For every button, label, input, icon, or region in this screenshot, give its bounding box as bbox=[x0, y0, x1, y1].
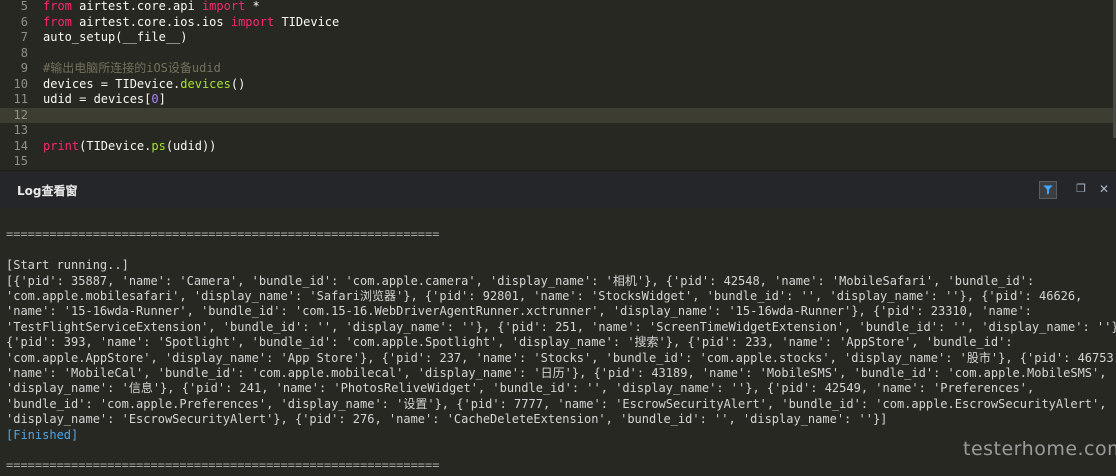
close-icon[interactable]: ✕ bbox=[1097, 182, 1111, 196]
code-token: ps bbox=[151, 138, 166, 153]
log-line: {'pid': 393, 'name': 'Spotlight', 'bundl… bbox=[6, 335, 1013, 350]
log-separator: ========================================… bbox=[6, 458, 440, 473]
code-token: * bbox=[245, 0, 260, 13]
line-number: 12 bbox=[13, 107, 28, 122]
code-text: auto_setup(__file__) bbox=[43, 30, 188, 46]
code-line[interactable]: 14 print(TIDevice.ps(udid)) bbox=[0, 139, 1116, 155]
line-number: 11 bbox=[13, 92, 28, 106]
line-number: 5 bbox=[20, 0, 28, 13]
code-line[interactable]: 8 bbox=[0, 46, 1116, 62]
log-line: 'TestFlightServiceExtension', 'bundle_id… bbox=[6, 319, 1116, 334]
log-line: 'display_name': '信息'}, {'pid': 241, 'nam… bbox=[6, 381, 1035, 396]
line-number: 15 bbox=[13, 154, 28, 168]
code-line[interactable]: 12 bbox=[0, 107, 1116, 123]
code-token: (udid)) bbox=[165, 138, 217, 153]
log-line: [{'pid': 35887, 'name': 'Camera', 'bundl… bbox=[6, 273, 1035, 288]
log-line: 'name': '15-16wda-Runner', 'bundle_id': … bbox=[6, 304, 1032, 319]
code-token: print bbox=[43, 138, 80, 153]
log-panel-title: Log查看窗 bbox=[17, 184, 78, 198]
code-token: airtest.core.api bbox=[71, 0, 202, 13]
maximize-icon[interactable]: ❐ bbox=[1074, 182, 1088, 196]
code-token: 0 bbox=[151, 92, 159, 106]
code-token: devices bbox=[180, 76, 231, 91]
log-line: 'display_name': 'EscrowSecurityAlert'}, … bbox=[6, 412, 888, 427]
code-line[interactable]: 6 from airtest.core.ios.ios import TIDevi… bbox=[0, 15, 1116, 31]
log-line: 'bundle_id': 'com.apple.Preferences', 'd… bbox=[6, 396, 1107, 411]
code-token: devices = TIDevice. bbox=[43, 76, 181, 91]
code-line[interactable]: 11 udid = devices[0] bbox=[0, 92, 1116, 108]
code-token: import bbox=[201, 0, 246, 13]
line-number: 8 bbox=[20, 45, 28, 60]
code-text: devices = TIDevice.devices() bbox=[43, 77, 245, 93]
log-separator: ========================================… bbox=[6, 227, 440, 242]
code-text: print(TIDevice.ps(udid)) bbox=[43, 139, 216, 155]
code-token: import bbox=[230, 14, 275, 29]
code-text: #输出电脑所连接的iOS设备udid bbox=[43, 61, 221, 77]
line-number: 14 bbox=[13, 138, 28, 153]
filter-icon[interactable] bbox=[1039, 181, 1057, 199]
line-number: 9 bbox=[20, 61, 28, 75]
code-token: #输出电脑所连接的iOS设备udid bbox=[43, 61, 221, 75]
line-number: 6 bbox=[20, 14, 28, 29]
code-token: auto_setup(__file__) bbox=[43, 30, 188, 44]
code-token: ] bbox=[158, 92, 166, 106]
log-line: 'com.apple.AppStore', 'display_name': 'A… bbox=[6, 350, 1116, 365]
code-token: () bbox=[230, 76, 246, 91]
code-line[interactable]: 7 auto_setup(__file__) bbox=[0, 30, 1116, 46]
code-token: udid = devices[ bbox=[43, 92, 152, 106]
log-output[interactable]: ========================================… bbox=[0, 208, 1116, 476]
code-token: from bbox=[43, 14, 72, 29]
code-text: from airtest.core.ios.ios import TIDevic… bbox=[43, 15, 339, 31]
code-token: (TIDevice. bbox=[79, 138, 152, 153]
code-text: udid = devices[0] bbox=[43, 92, 166, 108]
code-token: airtest.core.ios.ios bbox=[71, 14, 231, 29]
code-editor[interactable]: 5 from airtest.core.api import * 6 from air… bbox=[0, 0, 1116, 170]
log-line: [Start running..] bbox=[6, 258, 129, 273]
code-line[interactable]: 5 from airtest.core.api import * bbox=[0, 0, 1116, 15]
code-token: TIDevice bbox=[274, 14, 340, 29]
code-line[interactable]: 10 devices = TIDevice.devices() bbox=[0, 77, 1116, 93]
log-line: 'com.apple.mobilesafari', 'display_name'… bbox=[6, 289, 1083, 303]
line-number: 10 bbox=[13, 76, 28, 91]
code-line[interactable]: 15 bbox=[0, 154, 1116, 170]
log-finished-line: [Finished] bbox=[6, 427, 79, 442]
log-line: 'name': 'MobileCal', 'bundle_id': 'com.a… bbox=[6, 366, 1107, 380]
code-text: from airtest.core.api import * bbox=[43, 0, 260, 15]
log-panel-header: Log查看窗 ❐ ✕ bbox=[0, 170, 1116, 209]
code-line[interactable]: 13 bbox=[0, 123, 1116, 139]
line-number: 13 bbox=[13, 123, 28, 137]
code-line[interactable]: 9 #输出电脑所连接的iOS设备udid bbox=[0, 61, 1116, 77]
code-token: from bbox=[43, 0, 72, 13]
line-number: 7 bbox=[20, 30, 28, 44]
watermark: testerhome.com bbox=[963, 438, 1116, 460]
